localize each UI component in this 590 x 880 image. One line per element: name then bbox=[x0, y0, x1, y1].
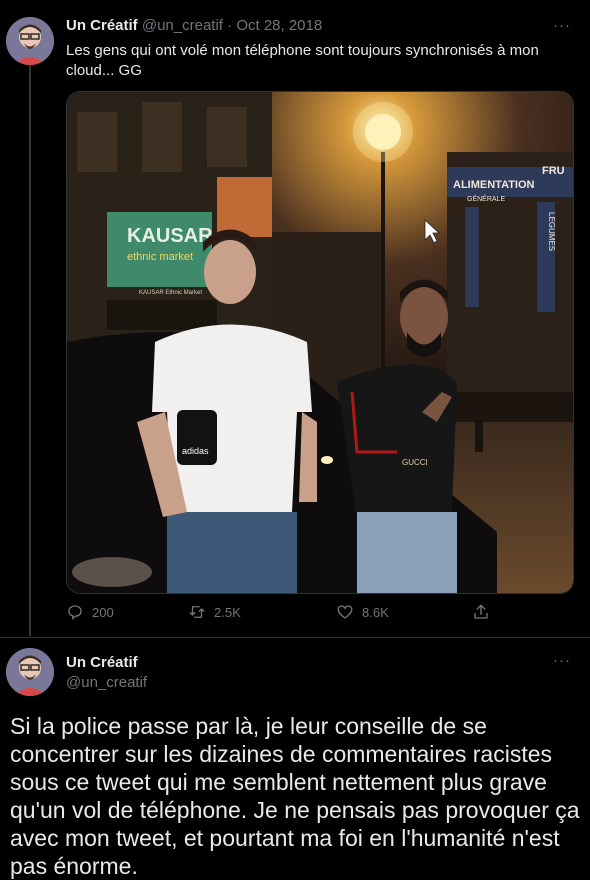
retweet-button[interactable]: 2.5K bbox=[188, 603, 241, 621]
thread-connector-line bbox=[29, 64, 31, 636]
tweet-header: Un Créatif @un_creatif · Oct 28, 2018 bbox=[66, 17, 322, 34]
share-icon bbox=[474, 604, 488, 619]
avatar[interactable] bbox=[6, 648, 54, 696]
tweet-divider bbox=[0, 637, 590, 638]
separator: · bbox=[227, 17, 233, 34]
avatar[interactable] bbox=[6, 17, 54, 65]
tweet-actions: 200 2.5K 8.6K bbox=[66, 603, 496, 627]
reply-icon bbox=[68, 605, 82, 620]
sign-alimentation: ALIMENTATION bbox=[453, 179, 535, 191]
sign-kausar-small: KAUSAR Ethnic Market bbox=[139, 290, 202, 296]
more-options-icon[interactable]: ··· bbox=[553, 17, 571, 34]
tweet-date[interactable]: Oct 28, 2018 bbox=[236, 17, 322, 34]
tweet-text: Les gens qui ont volé mon téléphone sont… bbox=[66, 42, 539, 79]
sign-fru: FRU bbox=[542, 165, 565, 177]
handle[interactable]: @un_creatif bbox=[66, 674, 147, 691]
sign-ethnic-market: ethnic market bbox=[127, 251, 193, 263]
display-name[interactable]: Un Créatif bbox=[66, 17, 138, 34]
like-count: 8.6K bbox=[362, 604, 389, 620]
tweet-photo[interactable]: KAUSAR ethnic market KAUSAR Ethnic Marke… bbox=[66, 91, 574, 594]
bag-brand: adidas bbox=[182, 446, 209, 456]
sign-generale: GÉNÉRALE bbox=[467, 194, 505, 203]
display-name[interactable]: Un Créatif bbox=[66, 654, 138, 671]
share-button[interactable] bbox=[472, 603, 490, 621]
retweet-icon bbox=[189, 606, 205, 618]
tweet-text: Si la police passe par là, je leur conse… bbox=[10, 713, 580, 879]
more-options-icon[interactable]: ··· bbox=[553, 652, 571, 669]
sign-kausar: KAUSAR bbox=[127, 225, 213, 247]
handle[interactable]: @un_creatif bbox=[142, 17, 223, 34]
sign-legumes: LEGUMES bbox=[547, 212, 556, 251]
reply-count: 200 bbox=[92, 604, 114, 620]
retweet-count: 2.5K bbox=[214, 604, 241, 620]
like-icon bbox=[337, 605, 353, 619]
reply-button[interactable]: 200 bbox=[66, 603, 114, 621]
like-button[interactable]: 8.6K bbox=[336, 603, 389, 621]
shirt-brand: GUCCI bbox=[402, 458, 428, 467]
